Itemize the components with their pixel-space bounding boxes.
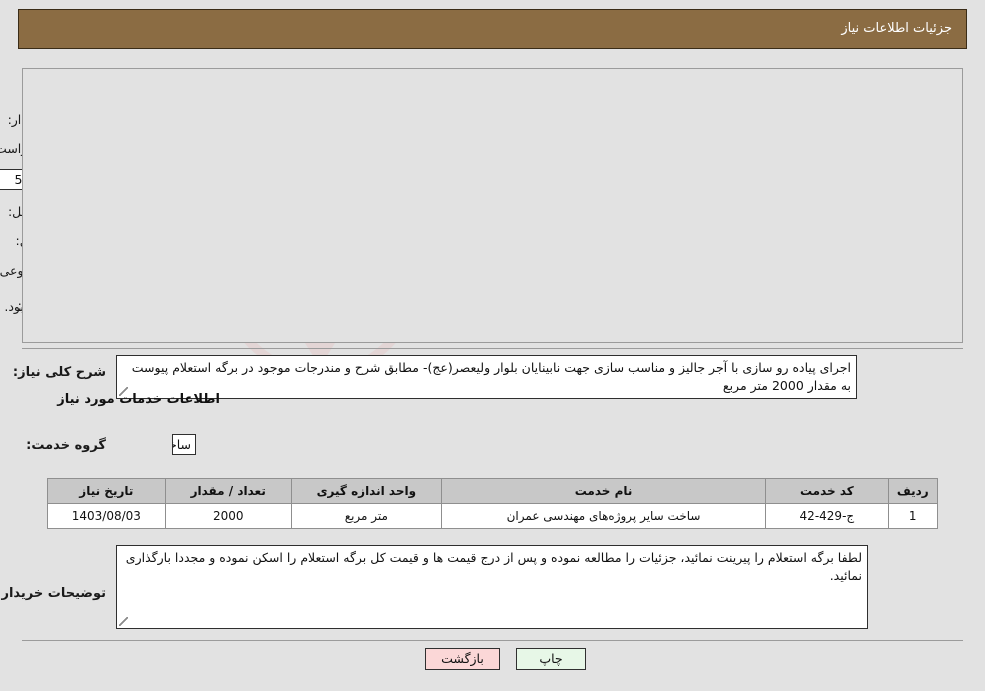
buyer-notes-label: توضیحات خریدار:	[0, 586, 106, 601]
col-name: نام خدمت	[440, 478, 767, 504]
col-date: تاریخ نیاز	[47, 478, 166, 504]
description-label: شرح کلی نیاز:	[12, 365, 106, 380]
cell-code: ج-429-42	[765, 503, 889, 529]
need-summary-panel	[22, 68, 963, 343]
col-row: ردیف	[887, 478, 938, 504]
col-code: کد خدمت	[765, 478, 889, 504]
col-unit: واحد اندازه گیری	[290, 478, 442, 504]
col-quantity: تعداد / مقدار	[164, 478, 292, 504]
section-divider-1	[22, 348, 963, 349]
cell-date: 1403/08/03	[47, 503, 166, 529]
buyer-notes-textarea[interactable]: لطفا برگه استعلام را پیرینت نمائید، جزئی…	[116, 545, 868, 629]
cell-name: ساخت سایر پروژه‌های مهندسی عمران	[440, 503, 767, 529]
services-table: ردیف کد خدمت نام خدمت واحد اندازه گیری ت…	[47, 478, 938, 529]
page-header-bar: جزئیات اطلاعات نیاز	[18, 9, 967, 49]
description-textarea[interactable]: اجرای پیاده رو سازی با آجر جالیز و مناسب…	[116, 355, 857, 399]
table-header-row: ردیف کد خدمت نام خدمت واحد اندازه گیری ت…	[47, 478, 938, 504]
back-button[interactable]: بازگشت	[425, 648, 500, 670]
cell-row: 1	[887, 503, 938, 529]
service-group-label: گروه خدمت:	[26, 438, 106, 453]
cell-unit: متر مربع	[290, 503, 442, 529]
print-button[interactable]: چاپ	[516, 648, 586, 670]
services-section-heading: اطلاعات خدمات مورد نیاز	[57, 392, 220, 407]
section-divider-2	[22, 640, 963, 641]
cell-quantity: 2000	[164, 503, 292, 529]
page-title: جزئیات اطلاعات نیاز	[841, 21, 952, 36]
page-root: AriaTender.net جزئیات اطلاعات نیاز شماره…	[0, 0, 985, 691]
service-group-value: ساختمان	[172, 434, 196, 455]
table-row: 1 ج-429-42 ساخت سایر پروژه‌های مهندسی عم…	[47, 503, 938, 529]
